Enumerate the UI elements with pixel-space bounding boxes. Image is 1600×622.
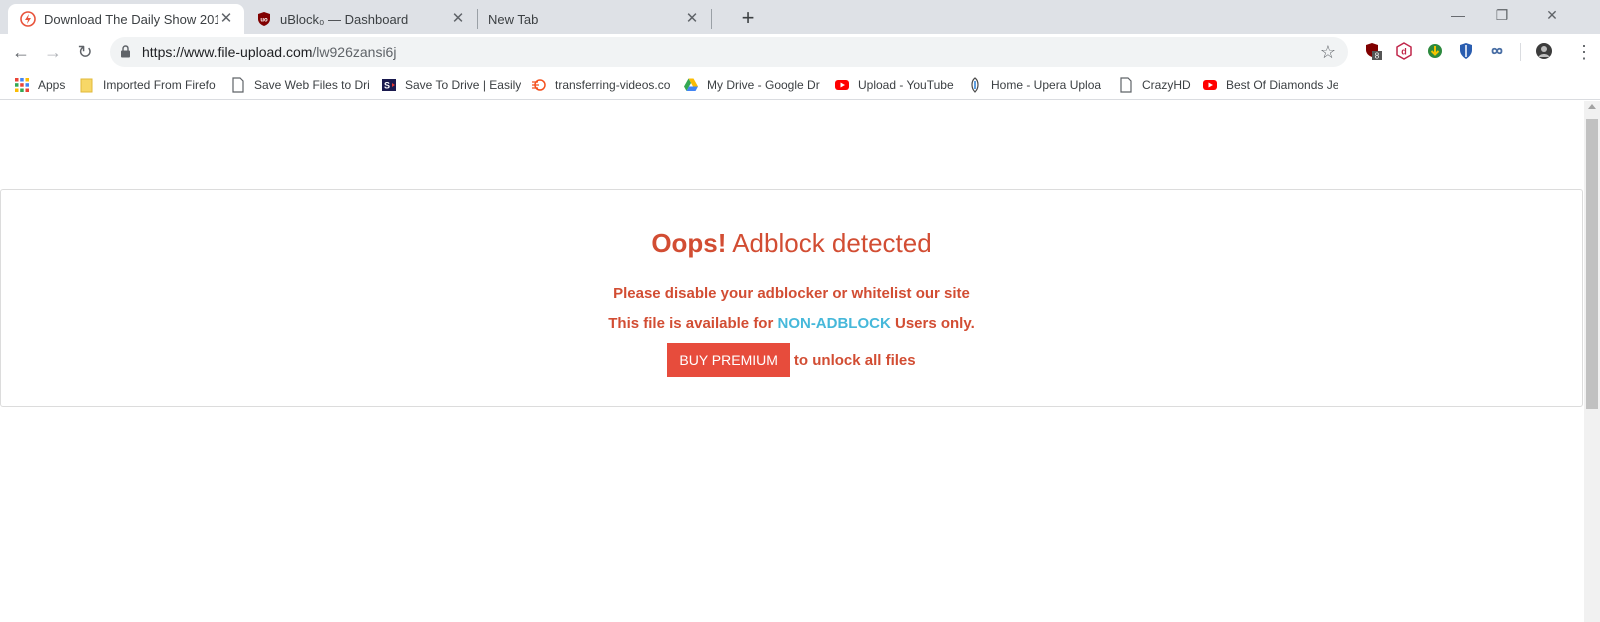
alert-title-rest: Adblock detected (726, 228, 932, 258)
close-window-button[interactable]: ✕ (1530, 4, 1574, 26)
new-tab-button[interactable]: + (736, 7, 760, 31)
page-content: Oops! Adblock detected Please disable yo… (0, 101, 1584, 622)
page-icon (232, 77, 244, 93)
svg-text:d: d (1401, 47, 1407, 57)
url-path: /lw926zansi6j (312, 44, 397, 60)
tab-title: Download The Daily Show 2018 E (44, 11, 218, 27)
tab-close-icon[interactable]: ✕ (684, 11, 700, 27)
youtube-icon (1203, 80, 1217, 90)
browser-menu-icon[interactable]: ⋮ (1572, 40, 1596, 64)
bookmark-apps[interactable]: Apps (14, 76, 84, 94)
url-host: https://www.file-upload.com (142, 44, 313, 60)
upera-icon (971, 77, 979, 93)
bookmark-label: transferring-videos.co (555, 78, 671, 92)
tab-title: uBlock₀ — Dashboard (280, 11, 409, 27)
bookmark-star-icon[interactable]: ☆ (1320, 42, 1336, 62)
folder-icon (80, 78, 93, 93)
bookmark-label: Upload - YouTube (858, 78, 954, 92)
svg-text:uo: uo (260, 18, 268, 24)
tab-new-tab[interactable]: New Tab ✕ (478, 4, 710, 34)
tab-strip: Download The Daily Show 2018 E ✕ uo uBlo… (0, 0, 1600, 34)
tab-close-icon[interactable]: ✕ (218, 11, 234, 27)
bookmark-label: Imported From Firefo (103, 78, 216, 92)
tab-ublock-dashboard[interactable]: uo uBlock₀ — Dashboard ✕ (246, 4, 476, 34)
toolbar-separator (1520, 43, 1521, 61)
alert-title-strong: Oops! (651, 228, 727, 258)
ublock-badge: 8 (1375, 52, 1380, 61)
bookmark-label: CrazyHD (1142, 78, 1191, 92)
minimize-button[interactable]: — (1436, 4, 1480, 26)
bookmark-save-web-files[interactable]: Save Web Files to Dri (230, 76, 370, 94)
availability-prefix: This file is available for (608, 315, 778, 332)
lock-icon (121, 45, 130, 58)
ublock-extension-icon[interactable]: 8 (1364, 42, 1382, 60)
bookmark-upera-upload[interactable]: Home - Upera Uploa (967, 76, 1107, 94)
svg-text:S: S (384, 81, 390, 91)
bookmark-transferring-videos[interactable]: transferring-videos.co (531, 76, 673, 94)
apps-grid-icon (15, 78, 29, 92)
bookmark-save-to-drive[interactable]: S Save To Drive | Easily (381, 76, 521, 94)
bookmark-imported-firefox[interactable]: Imported From Firefo (79, 76, 221, 94)
adblock-alert-panel: Oops! Adblock detected Please disable yo… (0, 189, 1583, 407)
availability-suffix: Users only. (890, 315, 975, 332)
alert-availability-message: This file is available for NON-ADBLOCK U… (1, 315, 1582, 332)
flash-favicon-icon (20, 11, 36, 27)
profile-avatar-icon[interactable] (1535, 42, 1553, 60)
browser-toolbar: ← → ↻ https://www.file-upload.com/lw926z… (0, 34, 1600, 70)
bookmark-best-of-diamonds[interactable]: Best Of Diamonds Je (1202, 76, 1338, 94)
tab-title: New Tab (488, 11, 539, 27)
alert-title: Oops! Adblock detected (1, 228, 1582, 259)
reload-button[interactable]: ↻ (73, 40, 97, 64)
scroll-thumb[interactable] (1586, 119, 1598, 409)
bookmark-google-drive[interactable]: My Drive - Google Dr (683, 76, 823, 94)
bookmark-label: Home - Upera Uploa (991, 78, 1102, 92)
address-bar[interactable]: https://www.file-upload.com/lw926zansi6j… (110, 37, 1348, 67)
infinity-extension-icon[interactable] (1488, 42, 1506, 60)
non-adblock-highlight: NON-ADBLOCK (777, 315, 891, 332)
unlock-row: BUY PREMIUM to unlock all files (1, 343, 1582, 377)
back-button[interactable]: ← (9, 40, 33, 64)
bookmark-upload-youtube[interactable]: Upload - YouTube (834, 76, 974, 94)
savetodrive-icon: S (382, 79, 396, 91)
tab-close-icon[interactable]: ✕ (450, 11, 466, 27)
bookmark-crazyhd[interactable]: CrazyHD (1118, 76, 1198, 94)
bookmark-label: Apps (38, 78, 66, 92)
youtube-icon (835, 80, 849, 90)
transfer-icon (532, 79, 546, 91)
buy-premium-button[interactable]: BUY PREMIUM (667, 343, 790, 377)
page-icon (1120, 77, 1132, 93)
bookmark-label: Save To Drive | Easily (405, 78, 521, 92)
bookmark-label: Save Web Files to Dri (254, 78, 370, 92)
bookmark-label: Best Of Diamonds Je (1226, 78, 1338, 92)
download-manager-extension-icon[interactable] (1426, 42, 1444, 60)
google-drive-icon (684, 78, 698, 91)
unlock-text: to unlock all files (793, 351, 916, 369)
ublock-shield-icon: uo (258, 12, 270, 26)
page-scrollbar[interactable] (1584, 101, 1600, 622)
bookmark-label: My Drive - Google Dr (707, 78, 820, 92)
shield-extension-icon[interactable] (1457, 42, 1475, 60)
tab-daily-show[interactable]: Download The Daily Show 2018 E ✕ (8, 4, 244, 34)
alert-disable-message: Please disable your adblocker or whiteli… (613, 285, 970, 302)
forward-button[interactable]: → (41, 40, 65, 64)
url-text[interactable]: https://www.file-upload.com/lw926zansi6j (142, 44, 396, 60)
scroll-up-arrow-icon[interactable] (1588, 104, 1596, 109)
disconnect-extension-icon[interactable]: d (1395, 42, 1413, 60)
restore-button[interactable]: ❐ (1480, 4, 1524, 26)
bookmarks-bar: Apps Imported From Firefo Save Web Files… (0, 70, 1600, 100)
tab-separator (711, 9, 712, 29)
